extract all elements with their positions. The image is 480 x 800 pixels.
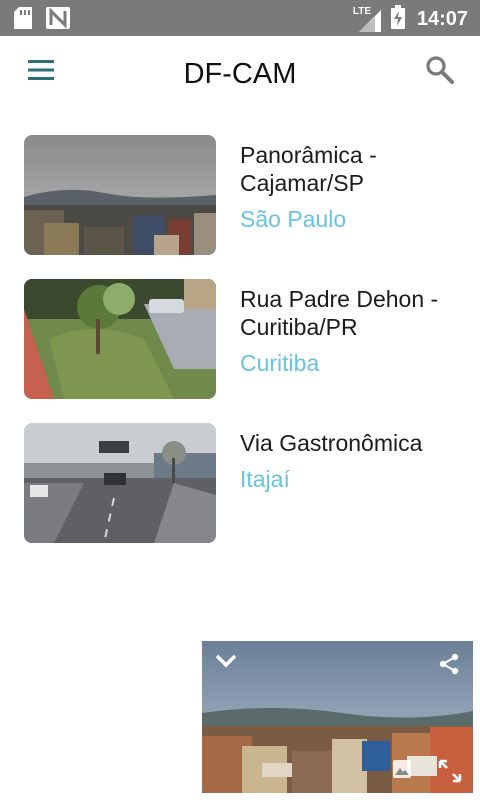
mini-player-video bbox=[202, 641, 473, 793]
share-icon bbox=[439, 653, 459, 679]
camera-name: Rua Padre Dehon - Curitiba/PR bbox=[240, 286, 439, 340]
mini-player[interactable] bbox=[202, 641, 473, 793]
fullscreen-button[interactable] bbox=[438, 759, 462, 788]
chevron-down-icon bbox=[214, 654, 238, 673]
battery-charging-icon bbox=[390, 5, 405, 34]
app-title: DF-CAM bbox=[183, 58, 297, 90]
camera-name: Via Gastronômica bbox=[240, 430, 423, 456]
image-icon bbox=[392, 760, 412, 783]
camera-name: Panorâmica - Cajamar/SP bbox=[240, 142, 377, 196]
sd-card-icon bbox=[14, 7, 32, 34]
camera-list-item[interactable]: Panorâmica - Cajamar/SP São Paulo bbox=[0, 135, 480, 255]
camera-city: São Paulo bbox=[240, 206, 347, 232]
lte-signal-icon: LTE bbox=[352, 5, 383, 32]
camera-list-item[interactable]: Rua Padre Dehon - Curitiba/PR Curitiba bbox=[0, 279, 480, 399]
camera-thumbnail bbox=[24, 423, 216, 543]
camera-thumbnail bbox=[24, 135, 216, 255]
camera-list-item[interactable]: Via Gastronômica Itajaí bbox=[0, 423, 480, 543]
snapshot-button[interactable] bbox=[392, 759, 412, 784]
search-button[interactable] bbox=[424, 54, 460, 90]
search-icon bbox=[424, 56, 456, 90]
network-label: LTE bbox=[352, 5, 371, 17]
n-notification-icon bbox=[46, 7, 70, 34]
status-bar: LTE 14:07 bbox=[0, 0, 480, 36]
fullscreen-icon bbox=[438, 759, 462, 787]
camera-city: Curitiba bbox=[240, 350, 320, 376]
camera-city: Itajaí bbox=[240, 466, 290, 492]
app-bar: DF-CAM bbox=[0, 36, 480, 112]
share-button[interactable] bbox=[439, 653, 459, 680]
status-time: 14:07 bbox=[416, 8, 468, 30]
camera-list: Panorâmica - Cajamar/SP São Paulo Rua Pa… bbox=[0, 135, 480, 567]
camera-thumbnail bbox=[24, 279, 216, 399]
collapse-button[interactable] bbox=[214, 653, 238, 674]
